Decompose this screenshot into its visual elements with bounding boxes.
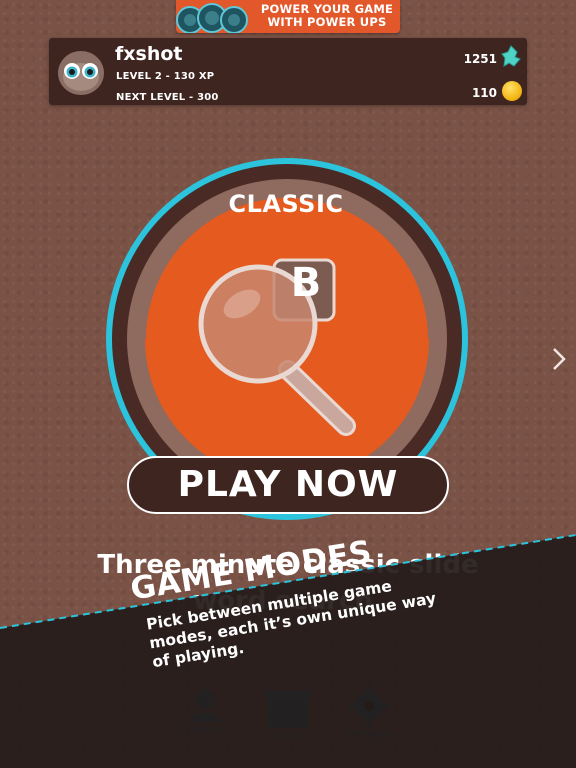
next-level-text: NEXT LEVEL - 300 [116, 92, 219, 103]
powerups-art-icon [176, 3, 248, 33]
avatar[interactable] [56, 47, 106, 97]
nav-profile-label: PROFILE [185, 726, 225, 735]
chevron-right-icon[interactable] [548, 345, 570, 373]
play-now-button[interactable]: PLAY NOW [127, 456, 449, 514]
box-icon [266, 690, 310, 728]
gem-icon [501, 45, 521, 67]
promo-line-2: WITH POWER UPS [267, 15, 387, 29]
gems-count: 1251 [463, 52, 497, 66]
power-ups-promo-banner[interactable]: POWER YOUR GAME WITH POWER UPS [176, 0, 400, 33]
level-xp-text: LEVEL 2 - 130 XP [116, 71, 215, 82]
username: fxshot [115, 43, 183, 65]
coin-icon [502, 81, 522, 101]
nav-settings-label: SETTINGS [345, 730, 393, 739]
coins-count: 110 [471, 86, 497, 100]
mode-badge-letter: B [290, 260, 322, 306]
mode-title: CLASSIC [228, 190, 344, 218]
nav-profile[interactable]: PROFILE [170, 686, 240, 735]
promo-text: POWER YOUR GAME WITH POWER UPS [258, 3, 396, 29]
player-panel: fxshot LEVEL 2 - 130 XP NEXT LEVEL - 300… [49, 38, 527, 105]
profile-icon [189, 689, 221, 722]
gear-icon [349, 686, 389, 726]
nav-settings[interactable]: SETTINGS [334, 686, 404, 739]
nav-stuff[interactable]: STUFF [253, 686, 323, 743]
nav-stuff-label: STUFF [272, 734, 304, 743]
